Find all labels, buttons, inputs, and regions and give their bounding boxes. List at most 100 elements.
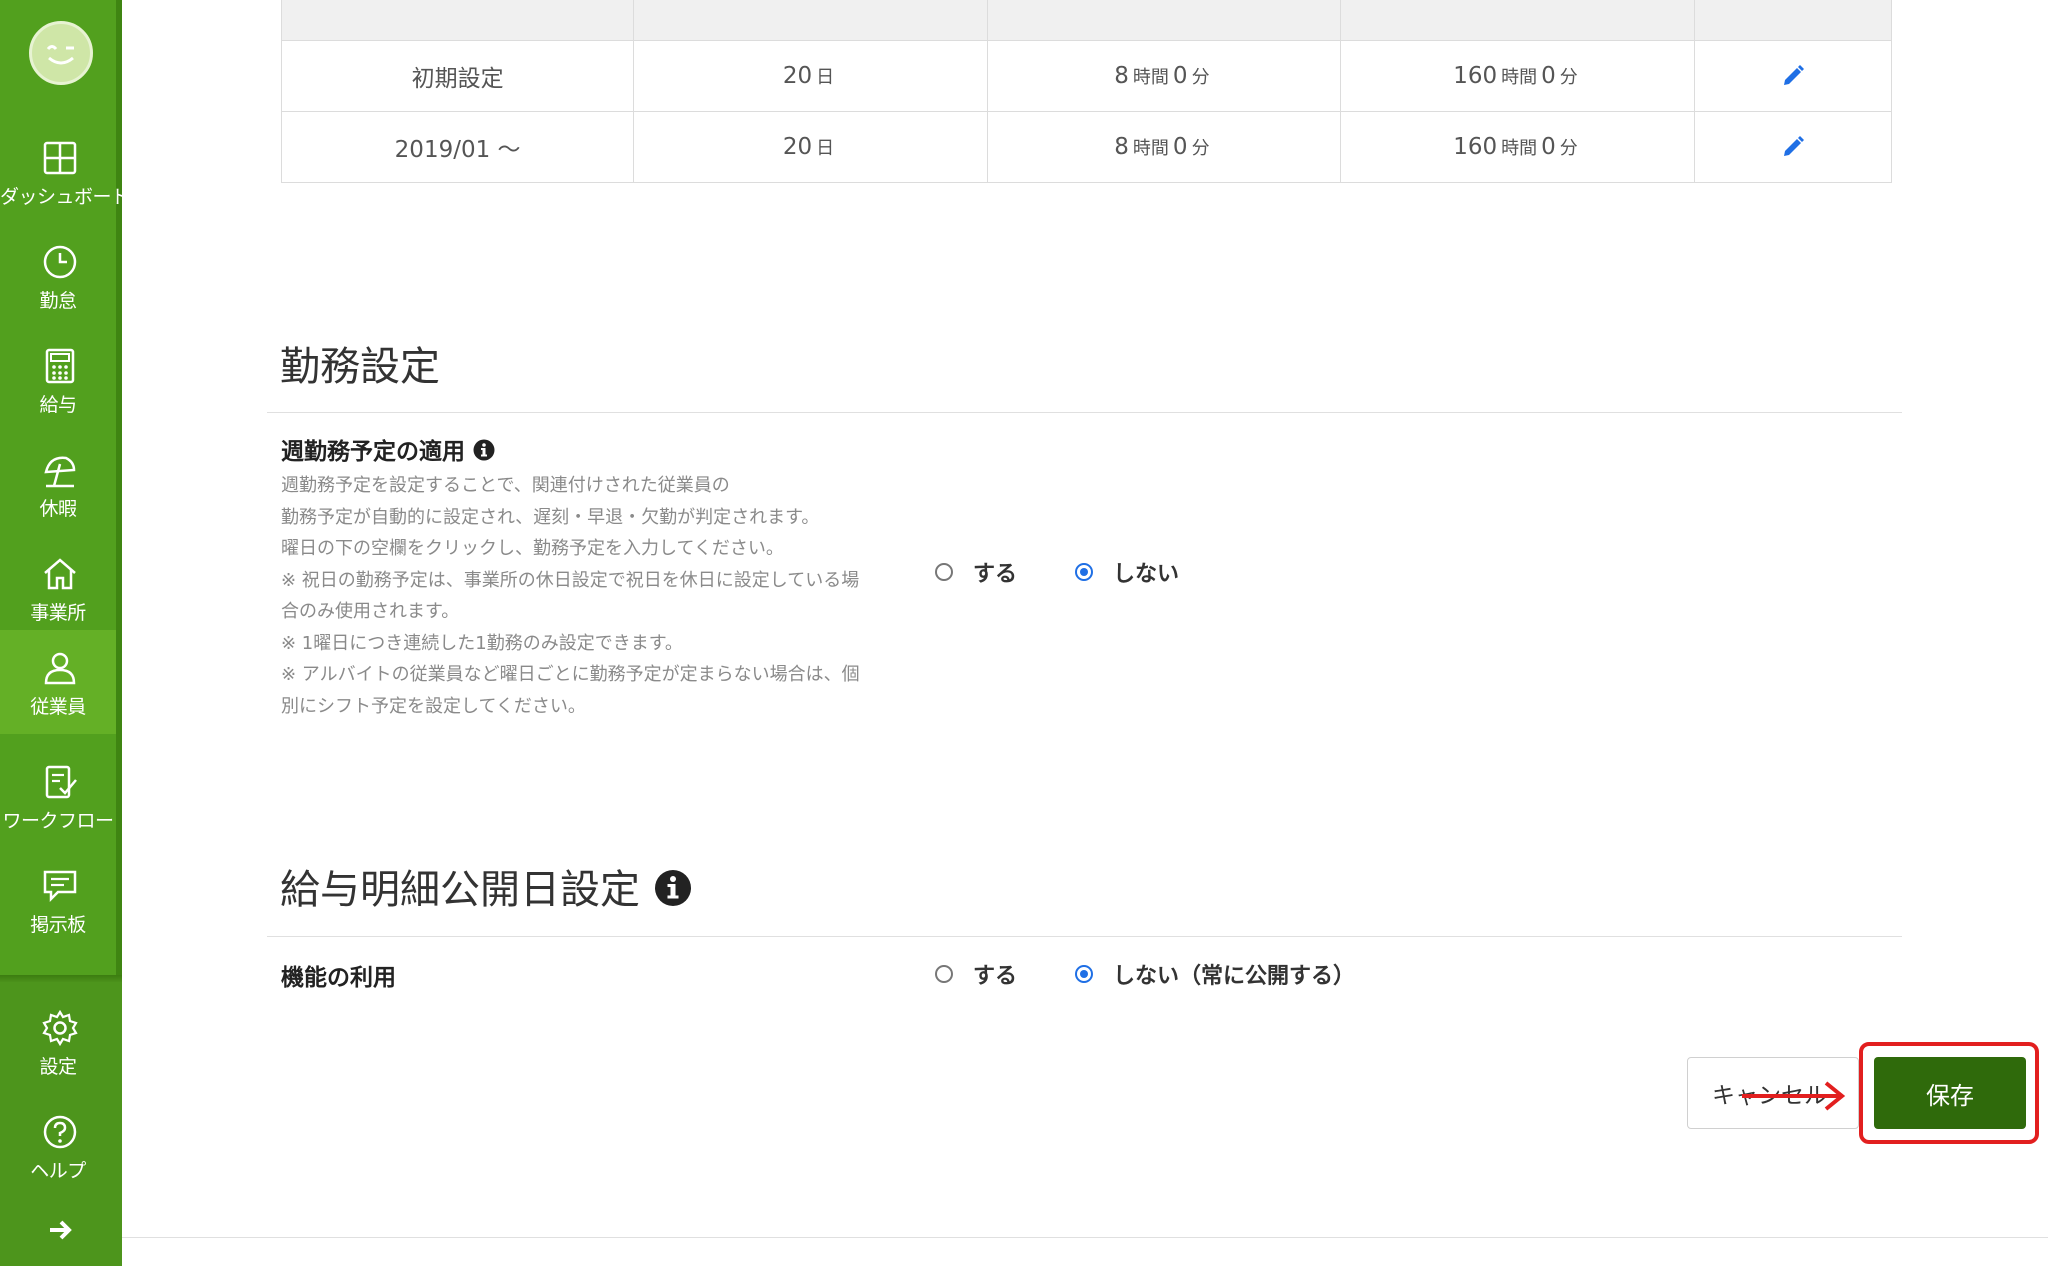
section-title-text: 給与明細公開日設定 bbox=[280, 867, 640, 913]
annotation-highlight-box bbox=[1859, 1042, 2039, 1144]
description-line: 曜日の下の空欄をクリックし、勤務予定を入力してください。 bbox=[281, 538, 784, 559]
radio-weekly-schedule-no[interactable]: しない bbox=[1075, 556, 1179, 588]
edit-cell bbox=[1693, 40, 1893, 112]
weekly-schedule-description: 週勤務予定を設定することで、関連付けされた従業員の 勤務予定が自動的に設定され、… bbox=[281, 470, 921, 722]
minutes-value: 0 bbox=[1172, 134, 1188, 160]
question-icon bbox=[43, 1115, 77, 1149]
radio-circle[interactable] bbox=[935, 965, 953, 983]
table-header bbox=[1340, 0, 1695, 41]
days-cell: 20 日 bbox=[633, 40, 988, 112]
table-header bbox=[633, 0, 988, 41]
footer-divider bbox=[122, 1237, 2048, 1238]
expand-sidebar-arrow-icon[interactable] bbox=[44, 1214, 76, 1246]
sidebar-item-dashboard[interactable]: ダッシュボード bbox=[0, 120, 130, 224]
checklist-icon bbox=[45, 765, 77, 799]
field-label-weekly-schedule: 週勤務予定の適用 bbox=[281, 432, 495, 466]
sidebar: ダッシュボード 勤怠 給与 休暇 事業所 従業員 ワークフロー 掲示板 設定 ヘ… bbox=[0, 0, 130, 1266]
description-line: 合のみ使用されます。 bbox=[281, 601, 460, 622]
table-header bbox=[986, 0, 1342, 41]
description-line: ※ 1曜日につき連続した1勤務のみ設定できます。 bbox=[281, 632, 683, 654]
monthly-hours-unit: 時間 bbox=[1501, 138, 1538, 159]
sidebar-item-attendance[interactable]: 勤怠 bbox=[0, 224, 116, 328]
field-label-text: 週勤務予定の適用 bbox=[281, 439, 465, 465]
pencil-icon[interactable] bbox=[1780, 134, 1806, 160]
sidebar-item-settings[interactable]: 設定 bbox=[0, 990, 116, 1094]
days-value: 20 bbox=[782, 63, 813, 89]
sidebar-item-bulletin[interactable]: 掲示板 bbox=[0, 848, 116, 952]
minutes-unit: 分 bbox=[1191, 138, 1210, 159]
description-line: 週勤務予定を設定することで、関連付けされた従業員の bbox=[281, 475, 730, 496]
radio-circle-checked[interactable] bbox=[1075, 965, 1093, 983]
dashboard-icon bbox=[43, 141, 77, 175]
sidebar-item-payroll[interactable]: 給与 bbox=[0, 328, 116, 432]
monthly-hours-value: 160 bbox=[1453, 63, 1498, 89]
days-value: 20 bbox=[782, 134, 813, 160]
monthly-hours-cell: 160 時間 0 分 bbox=[1340, 111, 1695, 183]
period-cell: 2019/01 〜 bbox=[280, 111, 635, 183]
table-header-row bbox=[280, 0, 1893, 41]
radio-circle-checked[interactable] bbox=[1075, 563, 1093, 581]
annotation-arrow-icon bbox=[1742, 1081, 1846, 1111]
hours-cell: 8 時間 0 分 bbox=[986, 40, 1342, 112]
section-title-payslip: 給与明細公開日設定 bbox=[280, 857, 692, 915]
minutes-unit: 分 bbox=[1191, 67, 1210, 88]
hours-unit: 時間 bbox=[1132, 138, 1169, 159]
table-row: 2019/01 〜 20 日 8 時間 0 分 160 時間 0 分 bbox=[280, 111, 1893, 183]
radio-label: する bbox=[973, 964, 1018, 989]
work-schedule-table: 初期設定 20 日 8 時間 0 分 160 時間 0 分 2019/01 〜 20 日 8 時間… bbox=[280, 0, 1893, 183]
days-unit: 日 bbox=[816, 138, 835, 159]
sidebar-item-label: ワークフロー bbox=[2, 810, 114, 832]
description-line: ※ アルバイトの従業員など曜日ごとに勤務予定が定まらない場合は、個 bbox=[281, 664, 860, 685]
hours-value: 8 bbox=[1114, 134, 1129, 160]
monthly-minutes-unit: 分 bbox=[1559, 67, 1578, 88]
monthly-minutes-value: 0 bbox=[1541, 63, 1556, 89]
home-icon bbox=[44, 558, 76, 590]
radio-weekly-schedule-yes[interactable]: する bbox=[935, 556, 1017, 588]
sidebar-item-help[interactable]: ヘルプ bbox=[0, 1094, 116, 1198]
clock-icon bbox=[43, 245, 77, 279]
field-label-feature-usage: 機能の利用 bbox=[281, 965, 396, 991]
sidebar-item-label: 従業員 bbox=[30, 696, 86, 718]
hours-cell: 8 時間 0 分 bbox=[986, 111, 1342, 183]
calculator-icon bbox=[45, 348, 75, 384]
table-header bbox=[280, 0, 635, 41]
description-line: 勤務予定が自動的に設定され、遅刻・早退・欠勤が判定されます。 bbox=[281, 506, 820, 528]
sidebar-item-label: ダッシュボード bbox=[0, 186, 130, 208]
sidebar-item-label: 休暇 bbox=[39, 498, 77, 520]
info-icon[interactable] bbox=[473, 439, 495, 461]
edit-cell bbox=[1693, 111, 1893, 183]
sidebar-item-employees[interactable]: 従業員 bbox=[0, 630, 116, 734]
main-content: 初期設定 20 日 8 時間 0 分 160 時間 0 分 2019/01 〜 20 日 8 時間… bbox=[122, 0, 2048, 1266]
radio-circle[interactable] bbox=[935, 563, 953, 581]
description-line: 別にシフト予定を設定してください。 bbox=[281, 695, 586, 717]
radio-label: しない bbox=[1113, 562, 1180, 587]
sidebar-item-label: ヘルプ bbox=[30, 1160, 86, 1182]
radio-payslip-yes[interactable]: する bbox=[935, 958, 1017, 990]
avatar[interactable] bbox=[29, 21, 93, 85]
person-icon bbox=[44, 652, 76, 685]
days-unit: 日 bbox=[816, 67, 835, 88]
sidebar-item-workflow[interactable]: ワークフロー bbox=[0, 744, 116, 848]
chat-bubble-icon bbox=[43, 870, 77, 903]
pencil-icon[interactable] bbox=[1780, 63, 1806, 89]
info-icon[interactable] bbox=[654, 869, 692, 907]
monthly-hours-value: 160 bbox=[1453, 134, 1498, 160]
section-title-work-settings: 勤務設定 bbox=[280, 344, 440, 390]
sidebar-item-leave[interactable]: 休暇 bbox=[0, 432, 116, 536]
table-header bbox=[1693, 0, 1893, 41]
hours-value: 8 bbox=[1114, 63, 1129, 89]
days-cell: 20 日 bbox=[633, 111, 988, 183]
description-line: ※ 祝日の勤務予定は、事業所の休日設定で祝日を休日に設定している場 bbox=[281, 569, 860, 591]
sidebar-item-label: 掲示板 bbox=[30, 914, 86, 936]
monthly-hours-cell: 160 時間 0 分 bbox=[1340, 40, 1695, 112]
radio-label: する bbox=[973, 562, 1018, 587]
section-divider bbox=[267, 412, 1902, 413]
monthly-hours-unit: 時間 bbox=[1501, 67, 1538, 88]
monthly-minutes-unit: 分 bbox=[1559, 138, 1578, 159]
sidebar-item-office[interactable]: 事業所 bbox=[0, 536, 116, 640]
sidebar-item-label: 設定 bbox=[39, 1056, 77, 1078]
minutes-value: 0 bbox=[1172, 63, 1188, 89]
sidebar-item-label: 勤怠 bbox=[39, 290, 77, 312]
radio-payslip-no[interactable]: しない（常に公開する） bbox=[1075, 958, 1355, 990]
sidebar-item-label: 給与 bbox=[39, 394, 77, 416]
